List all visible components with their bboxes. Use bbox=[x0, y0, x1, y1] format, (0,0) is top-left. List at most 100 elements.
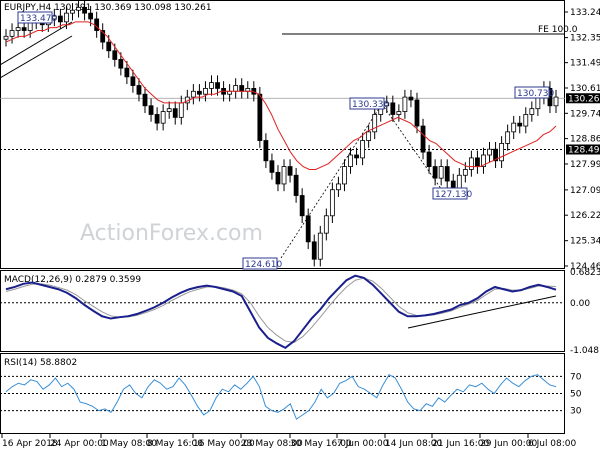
candle-body bbox=[154, 114, 160, 124]
rsi-header: RSI(14) 58.8802 bbox=[4, 358, 77, 368]
candle-body bbox=[366, 131, 372, 141]
candle-body bbox=[172, 108, 178, 118]
candle-body bbox=[88, 12, 94, 20]
candle-body bbox=[420, 125, 426, 153]
candle-body bbox=[317, 232, 323, 260]
candle-body bbox=[444, 166, 450, 182]
y-tick-label: 131.490 bbox=[570, 59, 600, 69]
candle-body bbox=[414, 99, 420, 127]
macd-trendline bbox=[407, 295, 557, 329]
price-annotation: 130.330 bbox=[352, 100, 389, 110]
chart-root: EURJPY,H4 130.191 130.369 130.098 130.26… bbox=[0, 0, 600, 450]
candle-body bbox=[293, 174, 299, 196]
candle-body bbox=[21, 27, 27, 31]
candle-body bbox=[94, 18, 100, 31]
channel-line bbox=[0, 35, 73, 79]
candle-body bbox=[239, 85, 245, 92]
candle-body bbox=[487, 148, 492, 156]
candle-body bbox=[505, 131, 511, 144]
y-tick-label: 133.240 bbox=[570, 8, 600, 18]
candle-body bbox=[275, 171, 281, 185]
y-tick-label: 128.865 bbox=[570, 135, 600, 145]
macd-y-axis: 0.6823 0.00 -1.0481 bbox=[570, 268, 600, 356]
candle-body bbox=[136, 85, 142, 95]
candle-body bbox=[124, 67, 130, 78]
macd-tick-label: -1.0481 bbox=[570, 346, 600, 356]
candle-body bbox=[360, 140, 365, 159]
price-annotation: 127.130 bbox=[435, 190, 472, 200]
y-tick-label: 127.990 bbox=[570, 160, 600, 170]
price-marker: 130.261 bbox=[568, 94, 600, 104]
candle-body bbox=[438, 166, 444, 179]
candle-body bbox=[511, 122, 517, 133]
x-axis: 16 Apr 201824 Apr 00:001 May 08:008 May … bbox=[1, 434, 577, 449]
candle-body bbox=[396, 111, 402, 115]
macd-tick-label: 0.6823 bbox=[570, 268, 600, 278]
price-annotation: 133.470 bbox=[20, 14, 57, 24]
y-tick-label: 125.340 bbox=[570, 237, 600, 247]
y-tick-label: 132.355 bbox=[570, 34, 600, 44]
rsi-tick-label: 70 bbox=[570, 372, 582, 382]
chart-svg: EURJPY,H4 130.191 130.369 130.098 130.26… bbox=[0, 0, 600, 449]
candle-body bbox=[160, 111, 166, 124]
candle-body bbox=[112, 50, 118, 60]
candle-body bbox=[190, 90, 196, 98]
candle-body bbox=[15, 27, 21, 31]
candle-body bbox=[178, 102, 184, 118]
price-annotation: 124.610 bbox=[245, 260, 282, 270]
y-tick-label: 129.740 bbox=[570, 109, 600, 119]
candle-body bbox=[130, 76, 136, 86]
candle-body bbox=[269, 160, 275, 173]
moving-average-line bbox=[5, 21, 557, 170]
candle-body bbox=[475, 157, 480, 167]
candle-body bbox=[9, 30, 15, 37]
candle-body bbox=[106, 41, 112, 52]
candle-body bbox=[402, 96, 408, 112]
rsi-line bbox=[5, 374, 557, 420]
rsi-grid bbox=[0, 375, 565, 412]
price-marker: 128.490 bbox=[568, 145, 600, 155]
candle-body bbox=[215, 82, 220, 89]
x-tick-label: 7 Jun 00:00 bbox=[337, 439, 389, 449]
candle-body bbox=[142, 93, 148, 107]
candle-body bbox=[233, 85, 239, 92]
candle-body bbox=[209, 82, 214, 89]
candle-body bbox=[390, 102, 396, 115]
candle-body bbox=[287, 166, 293, 176]
candle-body bbox=[348, 154, 353, 167]
candle-body bbox=[263, 140, 269, 162]
candle-body bbox=[281, 166, 287, 185]
candle-body bbox=[76, 6, 81, 11]
macd-line bbox=[5, 274, 557, 350]
macd-signal-line bbox=[5, 277, 557, 343]
candle-body bbox=[70, 9, 75, 14]
main-y-axis: 133.240 132.355 131.490 130.615 129.740 128.8… bbox=[564, 8, 600, 272]
candle-body bbox=[323, 215, 329, 234]
candle-body bbox=[342, 166, 347, 185]
candle-body bbox=[432, 166, 438, 179]
candle-body bbox=[305, 215, 311, 243]
main-panel: EURJPY,H4 130.191 130.369 130.098 130.26… bbox=[0, 0, 600, 272]
y-tick-label: 130.615 bbox=[570, 84, 600, 94]
candle-body bbox=[354, 154, 359, 159]
candle-body bbox=[517, 122, 523, 127]
candle-body bbox=[148, 105, 154, 115]
candle-body bbox=[257, 93, 263, 141]
candle-body bbox=[529, 108, 535, 115]
candle-body bbox=[197, 90, 202, 95]
candle-body bbox=[553, 96, 559, 107]
candle-body bbox=[166, 108, 172, 112]
candle-body bbox=[311, 241, 317, 260]
rsi-panel: RSI(14) 58.8802 70 50 30 bbox=[0, 353, 582, 434]
x-tick-label: 6 Jul 08:00 bbox=[528, 439, 577, 449]
candle-body bbox=[523, 114, 529, 127]
candle-body bbox=[3, 35, 9, 40]
candle-body bbox=[462, 169, 468, 176]
candle-body bbox=[82, 6, 87, 14]
candle-body bbox=[408, 96, 414, 101]
rsi-y-axis: 70 50 30 bbox=[570, 372, 582, 416]
rsi-tick-label: 30 bbox=[570, 407, 582, 417]
candle-body bbox=[299, 195, 305, 217]
y-tick-label: 127.095 bbox=[570, 186, 600, 196]
watermark: ActionForex.com bbox=[80, 221, 263, 246]
